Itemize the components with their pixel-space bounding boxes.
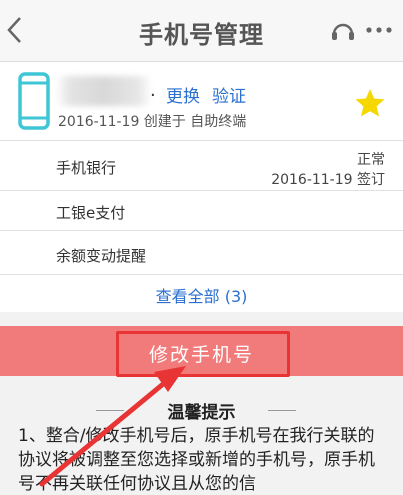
created-info: 2016-11-19 创建于 自助终端 — [58, 114, 247, 130]
tips-text: 1、整合/修改手机号后，原手机号在我行关联的协议将被调整至您选择或新增的手机号，… — [18, 426, 375, 494]
tips-title: 温馨提示 — [167, 403, 236, 423]
change-link[interactable]: 更换 — [166, 82, 200, 107]
service-status: 正常 — [357, 152, 385, 168]
phone-card: . 更换 验证 2016-11-19 创建于 自助终端 手机银行 正常 2016… — [0, 62, 403, 312]
masked-phone-number — [56, 76, 152, 106]
more-options-icon[interactable] — [364, 22, 394, 38]
divider — [0, 274, 403, 275]
service-label-epay: 工银e支付 — [56, 204, 126, 222]
view-all-link[interactable]: 查看全部 (3) — [0, 283, 403, 307]
divider — [0, 230, 403, 231]
verify-link[interactable]: 验证 — [212, 82, 246, 107]
service-sign-date: 2016-11-19 签订 — [271, 172, 385, 188]
service-label-balance-alert: 余额变动提醒 — [56, 247, 147, 265]
mobile-phone-icon — [18, 72, 50, 130]
phone-number-suffix: . — [150, 80, 156, 101]
divider — [0, 140, 403, 141]
divider — [0, 190, 403, 191]
app-header: 手机号管理 — [0, 0, 403, 62]
modify-phone-button-label[interactable]: 修改手机号 — [0, 340, 403, 367]
service-label-mobile-banking: 手机银行 — [56, 159, 117, 177]
headset-icon[interactable] — [330, 19, 356, 45]
star-icon[interactable] — [354, 87, 386, 119]
